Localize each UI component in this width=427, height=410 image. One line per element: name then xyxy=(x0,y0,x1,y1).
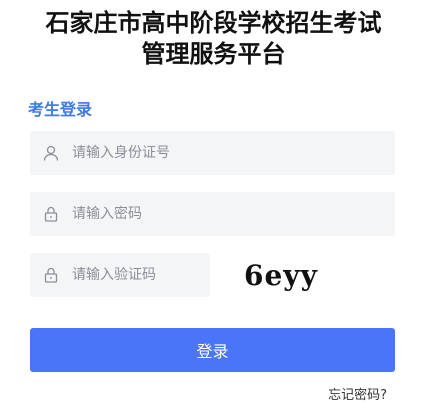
lock-icon xyxy=(42,205,60,223)
password-input[interactable] xyxy=(72,192,387,236)
title-line-1: 石家庄市高中阶段学校招生考试 xyxy=(45,9,382,37)
page-title: 石家庄市高中阶段学校招生考试 管理服务平台 xyxy=(0,8,427,70)
id-number-input[interactable] xyxy=(72,131,387,175)
captcha-input[interactable] xyxy=(72,253,202,297)
title-line-2: 管理服务平台 xyxy=(141,40,286,68)
password-field[interactable] xyxy=(30,192,395,236)
user-icon xyxy=(42,144,60,162)
id-number-field[interactable] xyxy=(30,131,395,175)
forgot-password-link[interactable]: 忘记密码? xyxy=(328,384,387,403)
lock-icon xyxy=(42,266,60,284)
login-subtitle: 考生登录 xyxy=(28,100,93,119)
login-button[interactable]: 登录 xyxy=(30,328,395,372)
captcha-field[interactable] xyxy=(30,253,210,297)
captcha-image[interactable]: 6eyy xyxy=(244,256,324,296)
